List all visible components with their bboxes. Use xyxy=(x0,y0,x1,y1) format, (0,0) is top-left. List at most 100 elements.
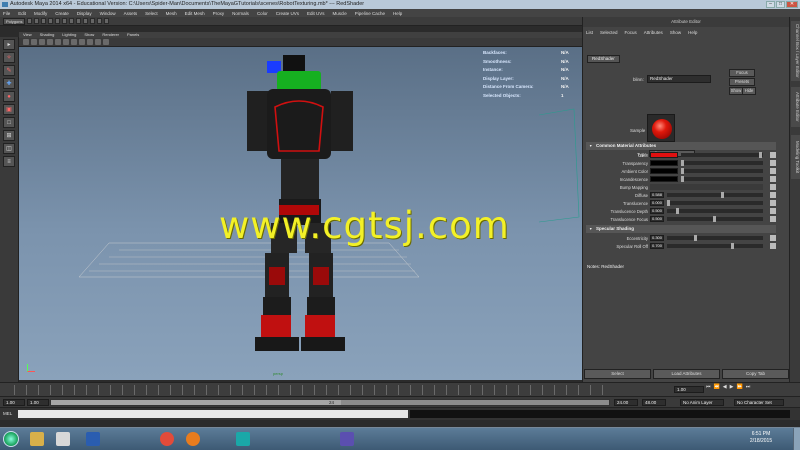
transparency-swatch[interactable] xyxy=(650,160,678,166)
incandescence-slider[interactable] xyxy=(681,176,763,182)
ae-menu-attributes[interactable]: Attributes xyxy=(644,27,663,38)
camera-attributes-icon[interactable] xyxy=(23,39,29,45)
menu-normals[interactable]: Normals xyxy=(232,11,249,16)
shadows-icon[interactable] xyxy=(87,39,93,45)
bookmark-icon[interactable] xyxy=(31,39,37,45)
menu-create[interactable]: Create xyxy=(55,11,69,16)
bump-mapping-field[interactable] xyxy=(650,184,763,190)
step-forward-icon[interactable]: ⏩ xyxy=(736,384,742,390)
play-backward-icon[interactable]: ◀ xyxy=(723,384,727,390)
rotate-tool-icon[interactable]: ● xyxy=(3,91,15,102)
map-button-icon[interactable] xyxy=(770,168,776,174)
menu-color[interactable]: Color xyxy=(257,11,268,16)
play-forward-icon[interactable]: ▶ xyxy=(730,384,734,390)
copy-tab-button[interactable]: Copy Tab xyxy=(722,369,789,379)
render-settings-icon[interactable] xyxy=(104,18,109,24)
mel-command-input[interactable] xyxy=(18,410,408,418)
slider-knob[interactable] xyxy=(676,208,680,214)
textured-icon[interactable] xyxy=(71,39,77,45)
ambient-color-swatch[interactable] xyxy=(650,168,678,174)
tab-channel-box[interactable]: Channel Box / Layer Editor xyxy=(791,21,800,81)
select-hierarchy-icon[interactable] xyxy=(48,18,53,24)
hide-button[interactable]: Hide xyxy=(742,87,756,95)
material-name-field[interactable]: RedShader xyxy=(647,75,711,83)
go-to-start-icon[interactable]: ⏮ xyxy=(706,384,711,390)
color-swatch[interactable] xyxy=(650,152,678,158)
wireframe-icon[interactable] xyxy=(55,39,61,45)
presets-button[interactable]: Presets xyxy=(729,78,755,86)
save-scene-icon[interactable] xyxy=(41,18,46,24)
system-clock[interactable]: 6:51 PM 2/18/2015 xyxy=(732,431,790,445)
layout-two-icon[interactable]: ◫ xyxy=(3,143,15,154)
select-tool-icon[interactable]: ▸ xyxy=(3,39,15,50)
specular-roll-off-field[interactable]: 0.700 xyxy=(650,243,664,249)
end-time-field[interactable]: 48.00 xyxy=(642,399,666,406)
section-specular-shading[interactable]: Specular Shading xyxy=(586,225,776,233)
layout-outliner-icon[interactable]: ≡ xyxy=(3,156,15,167)
photoshop-icon[interactable] xyxy=(86,432,100,446)
ae-menu-focus[interactable]: Focus xyxy=(625,27,637,38)
map-button-icon[interactable] xyxy=(770,184,776,190)
tab-modeling-toolkit[interactable]: Modeling Toolkit xyxy=(791,135,800,179)
ae-menu-selected[interactable]: Selected xyxy=(600,27,618,38)
show-button[interactable]: Show xyxy=(729,87,743,95)
menu-create-uvs[interactable]: Create UVs xyxy=(276,11,299,16)
select-object-icon[interactable] xyxy=(55,18,60,24)
tab-redshader[interactable]: RedShader xyxy=(587,55,620,63)
minimize-button[interactable]: – xyxy=(766,1,775,8)
slider-knob[interactable] xyxy=(730,243,734,249)
range-slider-handle[interactable] xyxy=(51,400,341,405)
diffuse-field[interactable]: 0.588 xyxy=(650,192,664,198)
layout-single-icon[interactable]: □ xyxy=(3,117,15,128)
scale-tool-icon[interactable]: ▣ xyxy=(3,104,15,115)
map-button-icon[interactable] xyxy=(770,160,776,166)
menu-muscle[interactable]: Muscle xyxy=(332,11,346,16)
new-scene-icon[interactable] xyxy=(27,18,32,24)
menu-edit-uvs[interactable]: Edit UVs xyxy=(307,11,325,16)
smooth-shade-icon[interactable] xyxy=(63,39,69,45)
specular-roll-off-slider[interactable] xyxy=(667,243,763,249)
section-common-material[interactable]: Common Material Attributes xyxy=(586,142,776,150)
eccentricity-slider[interactable] xyxy=(667,235,763,241)
open-scene-icon[interactable] xyxy=(34,18,39,24)
menu-window[interactable]: Window xyxy=(100,11,116,16)
slider-knob[interactable] xyxy=(694,235,698,241)
image-plane-icon[interactable] xyxy=(39,39,45,45)
after-effects-icon[interactable] xyxy=(340,432,354,446)
menu-edit-mesh[interactable]: Edit Mesh xyxy=(185,11,205,16)
diffuse-slider[interactable] xyxy=(667,192,763,198)
color-slider[interactable] xyxy=(681,152,763,158)
range-start-field[interactable]: 1.00 xyxy=(27,399,49,406)
mel-label[interactable]: MEL xyxy=(3,411,12,416)
load-attributes-button[interactable]: Load Attributes xyxy=(653,369,720,379)
explorer-icon[interactable] xyxy=(30,432,44,446)
character-set-select[interactable]: No Character Set xyxy=(734,399,784,406)
show-desktop-button[interactable] xyxy=(793,428,800,450)
menu-pipeline-cache[interactable]: Pipeline Cache xyxy=(355,11,385,16)
transparency-slider[interactable] xyxy=(681,160,763,166)
lasso-tool-icon[interactable]: ✧ xyxy=(3,52,15,63)
ae-menu-show[interactable]: Show xyxy=(670,27,681,38)
close-button[interactable]: ✕ xyxy=(786,1,798,8)
slider-knob[interactable] xyxy=(667,200,670,206)
menu-edit[interactable]: Edit xyxy=(18,11,26,16)
translucence-field[interactable]: 0.000 xyxy=(650,200,664,206)
incandescence-swatch[interactable] xyxy=(650,176,678,182)
focus-button[interactable]: Focus xyxy=(729,69,755,77)
translucence-focus-slider[interactable] xyxy=(667,216,763,222)
select-button[interactable]: Select xyxy=(584,369,651,379)
translucence-depth-field[interactable]: 0.500 xyxy=(650,208,664,214)
lights-icon[interactable] xyxy=(79,39,85,45)
step-back-icon[interactable]: ⏪ xyxy=(714,384,720,390)
start-time-field[interactable]: 1.00 xyxy=(3,399,25,406)
menu-modify[interactable]: Modify xyxy=(34,11,47,16)
perspective-viewport[interactable]: Backfaces: N/A Smoothness: N/A Instance: N/… xyxy=(19,47,582,380)
map-button-icon[interactable] xyxy=(770,152,776,158)
maya-taskbar-icon[interactable] xyxy=(236,432,250,446)
map-button-icon[interactable] xyxy=(770,176,776,182)
render-icon[interactable] xyxy=(90,18,95,24)
ae-menu-help[interactable]: Help xyxy=(688,27,697,38)
media-player-icon[interactable] xyxy=(56,432,70,446)
go-to-end-icon[interactable]: ⏭ xyxy=(746,384,751,390)
map-button-icon[interactable] xyxy=(770,208,776,214)
